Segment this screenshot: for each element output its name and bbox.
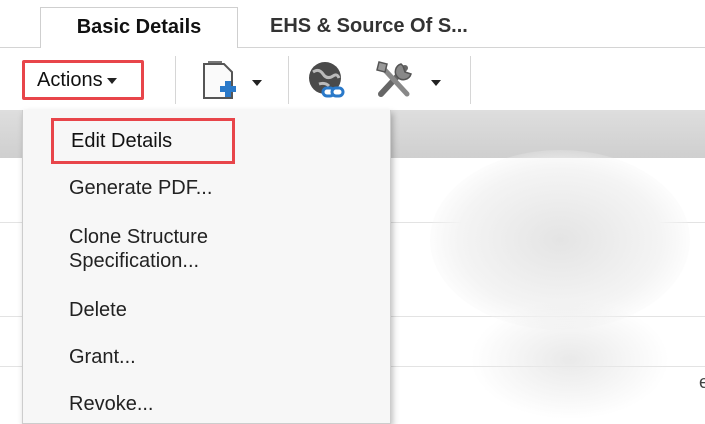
toolbar-separator — [470, 56, 471, 104]
tab-ehs-source[interactable]: EHS & Source Of S... — [270, 7, 550, 47]
menu-item-clone-structure[interactable]: Clone Structure Specification... — [69, 225, 208, 273]
actions-button[interactable]: Actions — [22, 60, 144, 100]
new-document-button[interactable] — [198, 58, 268, 107]
truncated-text: e — [699, 372, 705, 392]
menu-item-revoke[interactable]: Revoke... — [69, 392, 153, 416]
actions-label: Actions — [37, 69, 103, 91]
toolbar-separator — [175, 56, 176, 104]
toolbar: Actions — [0, 48, 705, 110]
actions-menu: Edit Details Generate PDF... Clone Struc… — [22, 110, 391, 424]
menu-item-label: Specification... — [69, 250, 200, 272]
menu-item-edit-details[interactable]: Edit Details — [51, 118, 235, 164]
tools-button[interactable] — [373, 58, 443, 107]
new-document-icon — [203, 61, 262, 99]
tab-basic-details[interactable]: Basic Details — [40, 7, 238, 48]
menu-item-label: Clone Structure — [69, 226, 208, 248]
globe-link-icon — [309, 62, 345, 98]
blurred-content — [470, 300, 670, 420]
globe-link-button[interactable] — [305, 58, 351, 107]
tab-strip: Basic Details EHS & Source Of S... — [0, 0, 705, 48]
menu-item-grant[interactable]: Grant... — [69, 345, 136, 369]
menu-item-delete[interactable]: Delete — [69, 298, 127, 322]
tools-icon — [376, 61, 441, 97]
chevron-down-icon — [106, 77, 117, 84]
menu-item-generate-pdf[interactable]: Generate PDF... — [69, 176, 212, 200]
toolbar-separator — [288, 56, 289, 104]
